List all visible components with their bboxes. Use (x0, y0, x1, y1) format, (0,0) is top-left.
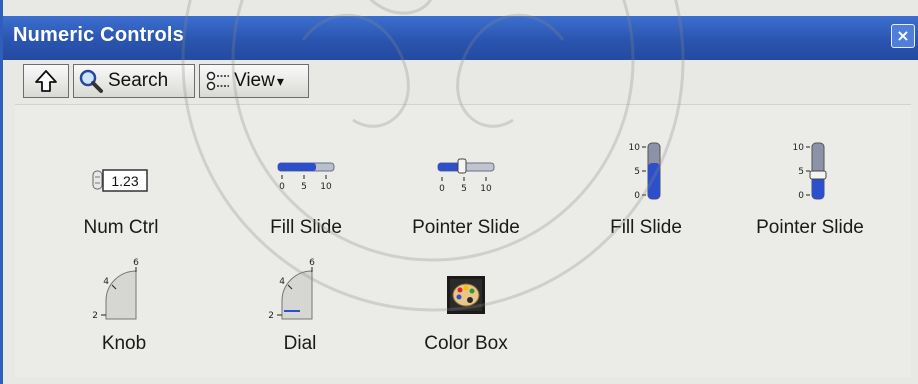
vertical-pointer-slide-icon: 10 5 0 (793, 142, 827, 201)
palette-item-label: Num Ctrl (83, 217, 159, 238)
view-menu-button[interactable]: View ▾ (199, 64, 309, 98)
palette-item-label: Pointer Slide (412, 217, 520, 238)
palette-item-label: Knob (101, 333, 147, 354)
tick-label: 4 (279, 277, 285, 287)
tick-label: 2 (268, 311, 274, 321)
search-button[interactable]: Search (73, 64, 195, 98)
search-label: Search (108, 70, 169, 91)
controls-palette: 1.23 Num Ctrl 0 5 10 Fill Slide 0 5 10 P… (15, 104, 911, 377)
palette-item-label: Pointer Slide (756, 217, 864, 238)
title-bar[interactable]: Numeric Controls × (3, 16, 918, 60)
tick-label: 10 (629, 143, 641, 153)
palette-item-label: Fill Slide (610, 217, 682, 238)
up-button[interactable] (23, 64, 69, 98)
numeric-control-icon: 1.23 (92, 169, 148, 192)
palette-item-num-ctrl[interactable]: 1.23 Num Ctrl (71, 147, 171, 239)
tick-label: 4 (103, 277, 109, 287)
tick-label: 5 (634, 167, 640, 177)
view-label: View (234, 70, 275, 91)
view-list-icon (206, 71, 229, 91)
color-box-icon (447, 276, 485, 314)
tick-label: 2 (92, 311, 98, 321)
palette-item-label: Color Box (424, 333, 508, 354)
vertical-fill-slide-icon: 10 5 0 (629, 142, 661, 201)
tick-label: 6 (309, 258, 315, 268)
close-button[interactable]: × (891, 24, 915, 48)
tick-label: 5 (461, 184, 467, 194)
tick-label: 6 (133, 258, 139, 268)
palette-item-fill-slide-vertical[interactable]: 10 5 0 Fill Slide (591, 139, 701, 239)
horizontal-fill-slide-icon: 0 5 10 (277, 162, 335, 192)
toolbar: Search View ▾ (23, 64, 313, 100)
tick-label: 10 (480, 184, 492, 194)
magnifier-icon (79, 69, 103, 93)
palette-item-label: Fill Slide (270, 217, 342, 238)
tick-label: 0 (439, 184, 445, 194)
horizontal-pointer-slide-icon: 0 5 10 (437, 158, 495, 194)
palette-item-dial[interactable]: 2 4 6 Dial (255, 255, 345, 355)
tick-label: 0 (798, 191, 804, 201)
palette-item-knob[interactable]: 2 4 6 Knob (79, 255, 169, 355)
palette-item-pointer-slide-vertical[interactable]: 10 5 0 Pointer Slide (745, 139, 875, 239)
dial-icon: 2 4 6 (268, 258, 315, 321)
tick-label: 10 (320, 182, 332, 192)
palette-item-pointer-slide-horizontal[interactable]: 0 5 10 Pointer Slide (401, 147, 531, 239)
window-title: Numeric Controls (13, 24, 185, 46)
palette-item-color-box[interactable]: Color Box (411, 255, 521, 355)
palette-item-fill-slide-horizontal[interactable]: 0 5 10 Fill Slide (251, 147, 361, 239)
chevron-down-icon: ▾ (276, 72, 284, 89)
tick-label: 5 (798, 167, 804, 177)
up-arrow-icon (35, 70, 57, 92)
tick-label: 0 (634, 191, 640, 201)
tick-label: 10 (793, 143, 805, 153)
knob-icon: 2 4 6 (92, 258, 139, 321)
numeric-controls-window: Numeric Controls × Search View ▾ 1.23 Nu… (0, 0, 918, 384)
numeric-value-text: 1.23 (111, 173, 138, 189)
tick-label: 5 (301, 182, 307, 192)
tick-label: 0 (279, 182, 285, 192)
palette-item-label: Dial (283, 333, 317, 354)
